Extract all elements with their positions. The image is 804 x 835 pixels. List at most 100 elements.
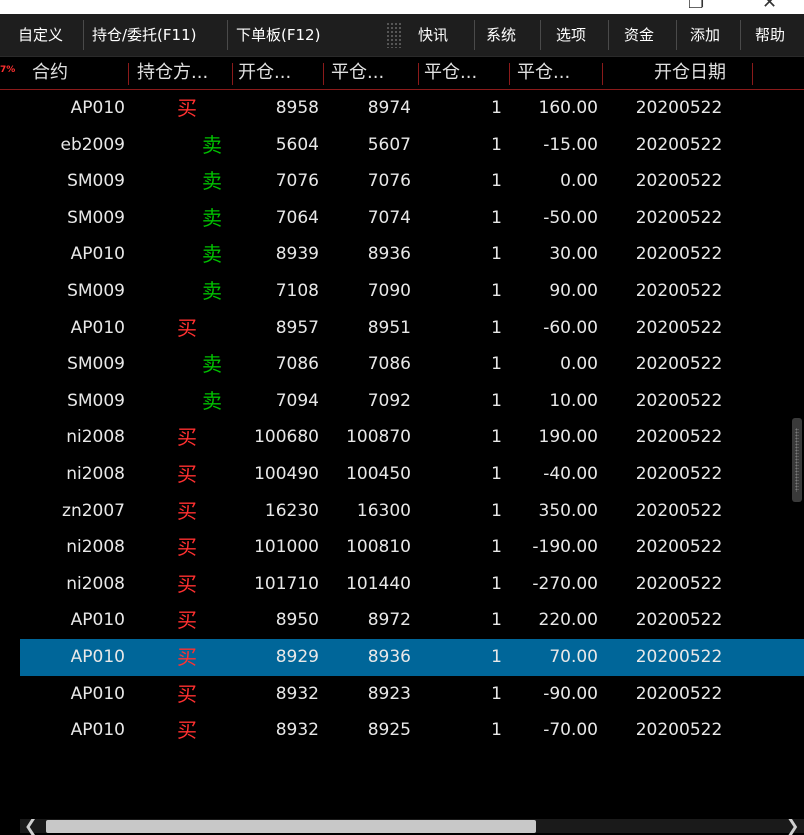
header-position-direction[interactable]: 持仓方... [137, 57, 229, 89]
header-separator[interactable] [232, 63, 233, 85]
table-row[interactable]: SM009 卖 7086 7086 1 0.00 20200522 [20, 346, 804, 383]
cell-open-price: 8932 [275, 720, 319, 741]
cell-close-price: 8951 [367, 317, 411, 338]
menu-separator [740, 20, 741, 50]
table-header: 7% 合约 持仓方... 开仓... 平仓... 平仓... 平仓... 开仓日… [0, 57, 804, 90]
cell-close-pl: 220.00 [538, 610, 598, 631]
cell-close-qty: 1 [491, 244, 502, 265]
header-separator[interactable] [418, 63, 419, 85]
cell-contract: AP010 [70, 317, 125, 338]
table-row[interactable]: AP010 买 8950 8972 1 220.00 20200522 [20, 602, 804, 639]
header-close-price[interactable]: 平仓... [331, 57, 415, 89]
header-separator[interactable] [323, 63, 324, 85]
header-separator[interactable] [128, 63, 129, 85]
cell-close-pl: 30.00 [549, 244, 598, 265]
cell-direction-buy: 买 [177, 571, 197, 596]
cell-close-price: 8925 [367, 720, 411, 741]
header-separator[interactable] [602, 63, 603, 85]
header-close-qty[interactable]: 平仓... [424, 57, 506, 89]
cell-open-price: 7108 [275, 280, 319, 301]
cell-contract: SM009 [67, 390, 125, 411]
horizontal-scrollbar-thumb[interactable] [46, 820, 536, 833]
menu-add[interactable]: 添加 [690, 14, 720, 56]
cell-open-date: 20200522 [635, 244, 723, 265]
menu-positions-orders[interactable]: 持仓/委托(F11) [92, 14, 196, 56]
header-open-price[interactable]: 开仓... [238, 57, 320, 89]
toolbar-grip[interactable] [386, 22, 402, 48]
menu-news[interactable]: 快讯 [418, 14, 448, 56]
cell-direction-buy: 买 [177, 425, 197, 450]
table-row[interactable]: zn2007 买 16230 16300 1 350.00 20200522 [20, 493, 804, 530]
menu-separator [474, 20, 475, 50]
cell-direction-sell: 卖 [202, 242, 222, 267]
cell-open-date: 20200522 [635, 500, 723, 521]
cell-close-pl: 190.00 [538, 427, 598, 448]
restore-icon[interactable]: ❐ [688, 0, 704, 13]
table-row[interactable]: ni2008 买 100680 100870 1 190.00 20200522 [20, 419, 804, 456]
scroll-right-arrow-icon[interactable]: ❯ [786, 816, 799, 835]
header-close-pl[interactable]: 平仓... [517, 57, 599, 89]
cell-direction-buy: 买 [177, 608, 197, 633]
cell-open-date: 20200522 [635, 683, 723, 704]
header-contract[interactable]: 合约 [32, 57, 122, 89]
window-titlebar: ❐ ✕ [0, 0, 804, 14]
cell-close-qty: 1 [491, 390, 502, 411]
cell-close-pl: 160.00 [538, 98, 598, 118]
cell-contract: AP010 [70, 98, 125, 118]
cell-close-pl: -50.00 [543, 207, 598, 228]
header-open-date[interactable]: 开仓日期 [654, 57, 752, 89]
cell-direction-buy: 买 [177, 535, 197, 560]
menu-separator [676, 20, 677, 50]
cell-close-qty: 1 [491, 610, 502, 631]
cell-close-price: 16300 [356, 500, 411, 521]
menu-options[interactable]: 选项 [556, 14, 586, 56]
table-row[interactable]: AP010 买 8929 8936 1 70.00 20200522 [20, 638, 804, 676]
table-row[interactable]: eb2009 卖 5604 5607 1 -15.00 20200522 [20, 127, 804, 164]
cell-direction-sell: 卖 [202, 169, 222, 194]
scroll-left-arrow-icon[interactable]: ❮ [24, 816, 37, 835]
cell-close-pl: 0.00 [560, 354, 598, 375]
table-row[interactable]: AP010 买 8932 8923 1 -90.00 20200522 [20, 676, 804, 713]
menu-separator [540, 20, 541, 50]
table-row[interactable]: AP010 买 8932 8925 1 -70.00 20200522 [20, 712, 804, 749]
cell-direction-sell: 卖 [202, 205, 222, 230]
header-separator[interactable] [509, 63, 510, 85]
cell-contract: AP010 [70, 610, 125, 631]
positions-table-body: AP010 买 8958 8974 1 160.00 20200522 eb2009 卖 5604… [20, 90, 804, 749]
cell-open-date: 20200522 [635, 134, 723, 155]
vertical-scrollbar-thumb[interactable] [792, 418, 802, 502]
cell-contract: ni2008 [66, 463, 125, 484]
menu-system[interactable]: 系统 [486, 14, 516, 56]
cell-open-price: 8932 [275, 683, 319, 704]
cell-contract: zn2007 [62, 500, 125, 521]
cell-close-price: 5607 [367, 134, 411, 155]
cell-open-price: 100490 [254, 463, 319, 484]
cell-direction-buy: 买 [177, 315, 197, 340]
menu-customize[interactable]: 自定义 [18, 14, 63, 56]
table-row[interactable]: ni2008 买 101000 100810 1 -190.00 20200522 [20, 529, 804, 566]
table-row[interactable]: ni2008 买 101710 101440 1 -270.00 20200522 [20, 566, 804, 603]
cell-close-pl: 350.00 [538, 500, 598, 521]
cell-close-pl: -270.00 [532, 573, 598, 594]
cell-open-price: 8929 [275, 646, 319, 667]
table-row[interactable]: SM009 卖 7108 7090 1 90.00 20200522 [20, 273, 804, 310]
table-row[interactable]: AP010 买 8957 8951 1 -60.00 20200522 [20, 310, 804, 347]
menu-help[interactable]: 帮助 [755, 14, 785, 56]
table-row[interactable]: SM009 卖 7076 7076 1 0.00 20200522 [20, 163, 804, 200]
menu-funds[interactable]: 资金 [624, 14, 654, 56]
table-row[interactable]: SM009 卖 7064 7074 1 -50.00 20200522 [20, 200, 804, 237]
cell-close-price: 8936 [367, 244, 411, 265]
cell-close-qty: 1 [491, 280, 502, 301]
close-icon[interactable]: ✕ [762, 0, 777, 13]
table-row[interactable]: ni2008 买 100490 100450 1 -40.00 20200522 [20, 456, 804, 493]
cell-open-price: 100680 [254, 427, 319, 448]
header-separator[interactable] [752, 63, 753, 85]
cell-contract: AP010 [70, 683, 125, 704]
table-row[interactable]: AP010 卖 8939 8936 1 30.00 20200522 [20, 236, 804, 273]
table-row[interactable]: SM009 卖 7094 7092 1 10.00 20200522 [20, 383, 804, 420]
menu-order-board[interactable]: 下单板(F12) [236, 14, 320, 56]
cell-close-pl: -60.00 [543, 317, 598, 338]
cell-close-qty: 1 [491, 720, 502, 741]
table-row[interactable]: AP010 买 8958 8974 1 160.00 20200522 [20, 90, 804, 127]
cell-contract: eb2009 [60, 134, 125, 155]
